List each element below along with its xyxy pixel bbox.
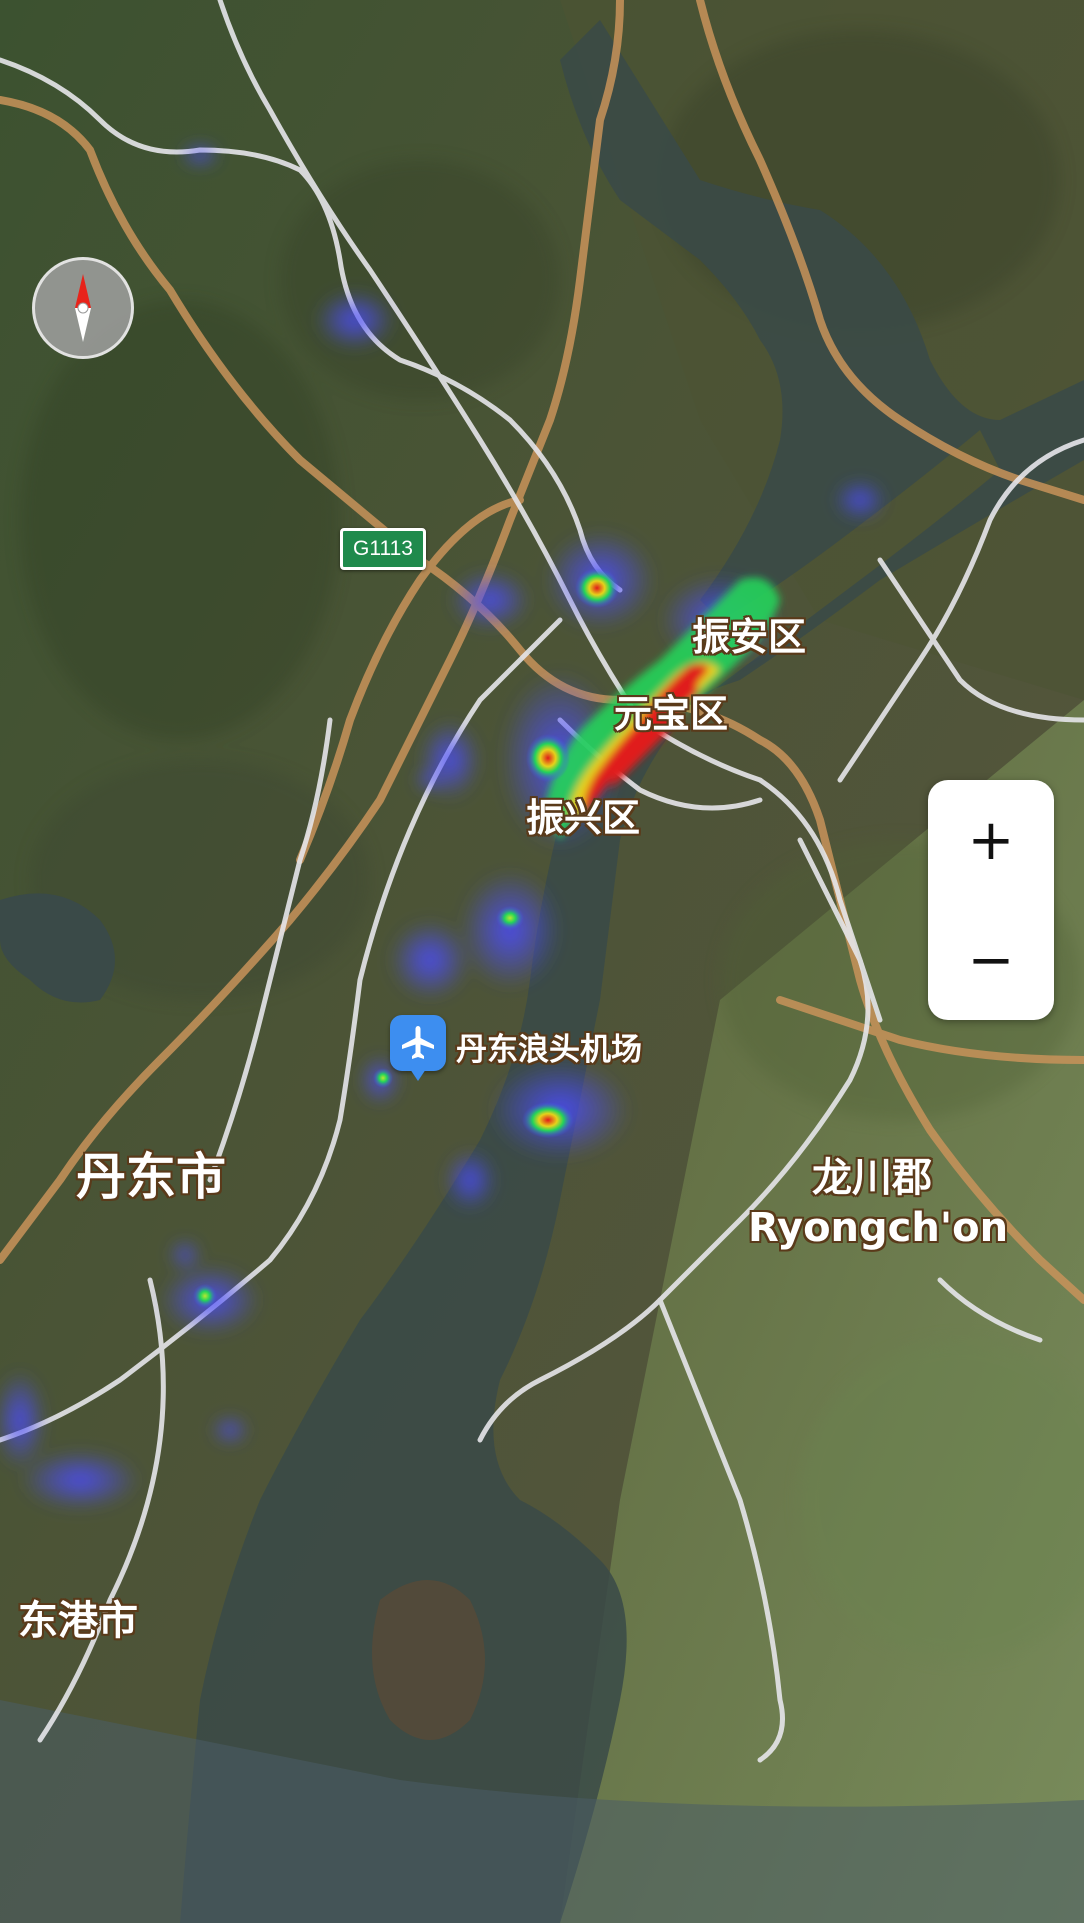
compass-button[interactable] bbox=[32, 257, 134, 359]
zoom-out-button[interactable]: − bbox=[928, 900, 1054, 1020]
airplane-icon bbox=[402, 1026, 434, 1059]
city-label-donggang: 东港市 bbox=[18, 1598, 138, 1644]
airport-pin[interactable] bbox=[390, 1015, 446, 1081]
county-label-ryongchon-cn: 龙川郡 bbox=[812, 1155, 932, 1201]
zoom-in-button[interactable]: + bbox=[928, 780, 1054, 900]
airport-label: 丹东浪头机场 bbox=[456, 1032, 642, 1068]
compass-icon bbox=[75, 274, 91, 342]
county-label-ryongchon: 龙川郡 Ryongch'on bbox=[748, 1153, 1009, 1253]
zoom-control: + − bbox=[928, 780, 1054, 1020]
map-view[interactable]: G1113 振安区 元宝区 振兴区 丹东市 东港市 龙川郡 Ryongch'on… bbox=[0, 0, 1084, 1923]
county-label-ryongchon-en: Ryongch'on bbox=[748, 1205, 1009, 1251]
district-label-zhenxing: 振兴区 bbox=[526, 796, 641, 840]
district-label-yuanbao: 元宝区 bbox=[614, 692, 729, 736]
highway-shield: G1113 bbox=[340, 528, 426, 570]
satellite-map[interactable] bbox=[0, 0, 1084, 1923]
district-label-zhenan: 振安区 bbox=[692, 615, 807, 659]
city-label-dandong: 丹东市 bbox=[76, 1148, 226, 1206]
